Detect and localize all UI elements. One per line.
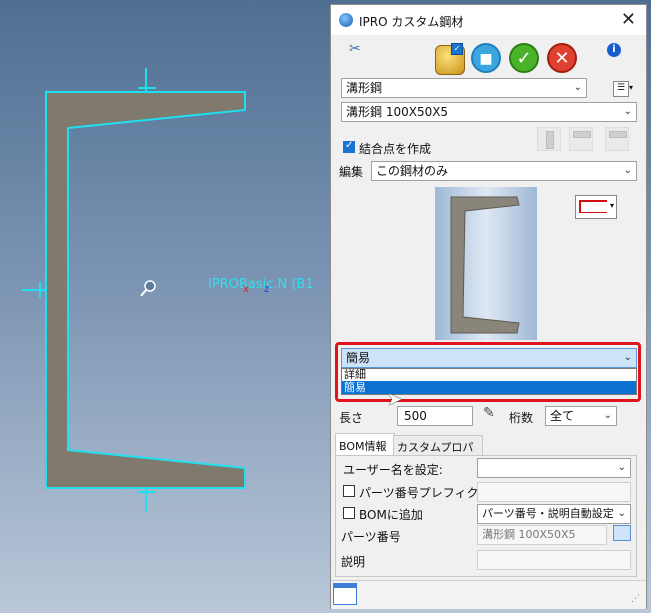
length-label: 長さ [339,411,364,425]
length-input[interactable]: 500 [397,406,473,426]
tools-icon[interactable]: ✂ [349,41,361,57]
close-icon[interactable]: ✕ [621,9,636,30]
profile-preview-drawing [450,196,520,334]
digits-select-value: 全て [550,409,575,423]
bom-add-select[interactable]: パーツ番号・説明自動設定 ⌄ [477,504,631,524]
pin-icon[interactable] [140,280,156,297]
resize-grip-icon[interactable]: ⋰ [631,594,640,604]
create-joint-checkbox[interactable] [343,140,355,153]
detail-option-item[interactable]: 詳細 [344,369,634,381]
user-name-label: ユーザー名を設定: [343,463,443,477]
tab-custom-properties[interactable]: カスタムプロパティ [393,435,483,470]
chevron-down-icon: ⌄ [573,82,582,93]
align-top-glyph [609,131,627,138]
part-number-value: 溝形鋼 100X50X5 [482,528,576,541]
apply-button[interactable]: ■ [471,43,501,73]
list-menu-chevron-icon: ▾ [629,83,634,92]
align-center-button[interactable] [537,127,561,151]
custom-steel-panel: IPRO カスタム鋼材 ✕ ✂ ✓ ■ ✓ ✕ i 溝形鋼 ⌄ ☰ ▾ 溝形鋼 … [330,4,647,609]
parts-prefix-checkbox[interactable] [343,485,355,497]
edit-select-value: この鋼材のみ [376,164,449,178]
gem-checkbox-icon[interactable]: ✓ [451,43,463,55]
category-select-value: 溝形鋼 [346,81,383,95]
align-top-button[interactable] [605,127,629,151]
parts-prefix-label: パーツ番号プレフィクス [359,486,491,500]
bom-add-checkbox[interactable] [343,507,355,519]
align-left-glyph [573,131,591,138]
chevron-down-icon: ⌄ [617,462,626,473]
tab-bom-info[interactable]: BOM情報 [335,433,395,456]
info-icon[interactable]: i [607,43,621,57]
bom-add-label: BOMに追加 [359,508,423,522]
cancel-button[interactable]: ✕ [547,43,577,73]
size-select[interactable]: 溝形鋼 100X50X5 ⌄ [341,102,637,122]
axis-x-label: x [243,284,249,295]
category-select[interactable]: 溝形鋼 ⌄ [341,78,587,98]
chevron-down-icon: ⌄ [623,106,632,117]
align-left-button[interactable] [569,127,593,151]
chevron-down-icon: ⌄ [623,165,632,176]
panel-titlebar[interactable]: IPRO カスタム鋼材 ✕ [331,5,646,35]
cad-canvas [22,68,246,512]
edit-label: 編集 [339,165,364,179]
size-select-value: 溝形鋼 100X50X5 [346,105,449,119]
part-number-field[interactable]: 溝形鋼 100X50X5 [477,525,607,545]
red-profile-icon [579,200,607,213]
chevron-down-icon: ⌄ [623,352,632,363]
pipette-icon[interactable]: ✎ [483,405,495,421]
chevron-down-icon: ⌄ [617,508,626,519]
chevron-down-icon: ⌄ [603,410,612,421]
ok-button[interactable]: ✓ [509,43,539,73]
orientation-picker[interactable]: ▾ [575,195,617,219]
detail-options-list: 詳細 簡易 [341,368,637,395]
notepad-icon[interactable] [333,583,357,605]
panel-title: IPRO カスタム鋼材 [359,15,464,29]
edit-part-number-icon[interactable] [613,525,631,541]
tab-bom-info-label: BOM情報 [339,440,387,453]
create-joint-label: 結合点を作成 [359,142,432,156]
length-input-value: 500 [404,409,427,423]
orientation-chevron-icon: ▾ [609,201,614,210]
description-label: 説明 [341,555,366,569]
bom-add-select-value: パーツ番号・説明自動設定 [482,507,614,520]
profile-preview [435,187,537,340]
detail-select[interactable]: 簡易 ⌄ [341,348,637,368]
digits-label: 桁数 [509,411,534,425]
description-field[interactable] [477,550,631,570]
app-globe-icon [339,13,353,27]
list-menu-icon[interactable]: ☰ [613,81,629,97]
digits-select[interactable]: 全て ⌄ [545,406,617,426]
parts-prefix-field[interactable] [477,482,631,502]
part-name-label[interactable]: IPROBasic.N (B1 [208,277,314,292]
edit-select[interactable]: この鋼材のみ ⌄ [371,161,637,181]
part-number-label: パーツ番号 [341,530,401,544]
align-center-glyph [546,131,554,149]
panel-footer [331,580,646,609]
axis-z-label: z [264,284,270,295]
cad-viewport[interactable]: IPROBasic.N (B1 x z [0,0,330,613]
user-name-select[interactable]: ⌄ [477,458,631,478]
detail-select-value: 簡易 [346,351,371,365]
